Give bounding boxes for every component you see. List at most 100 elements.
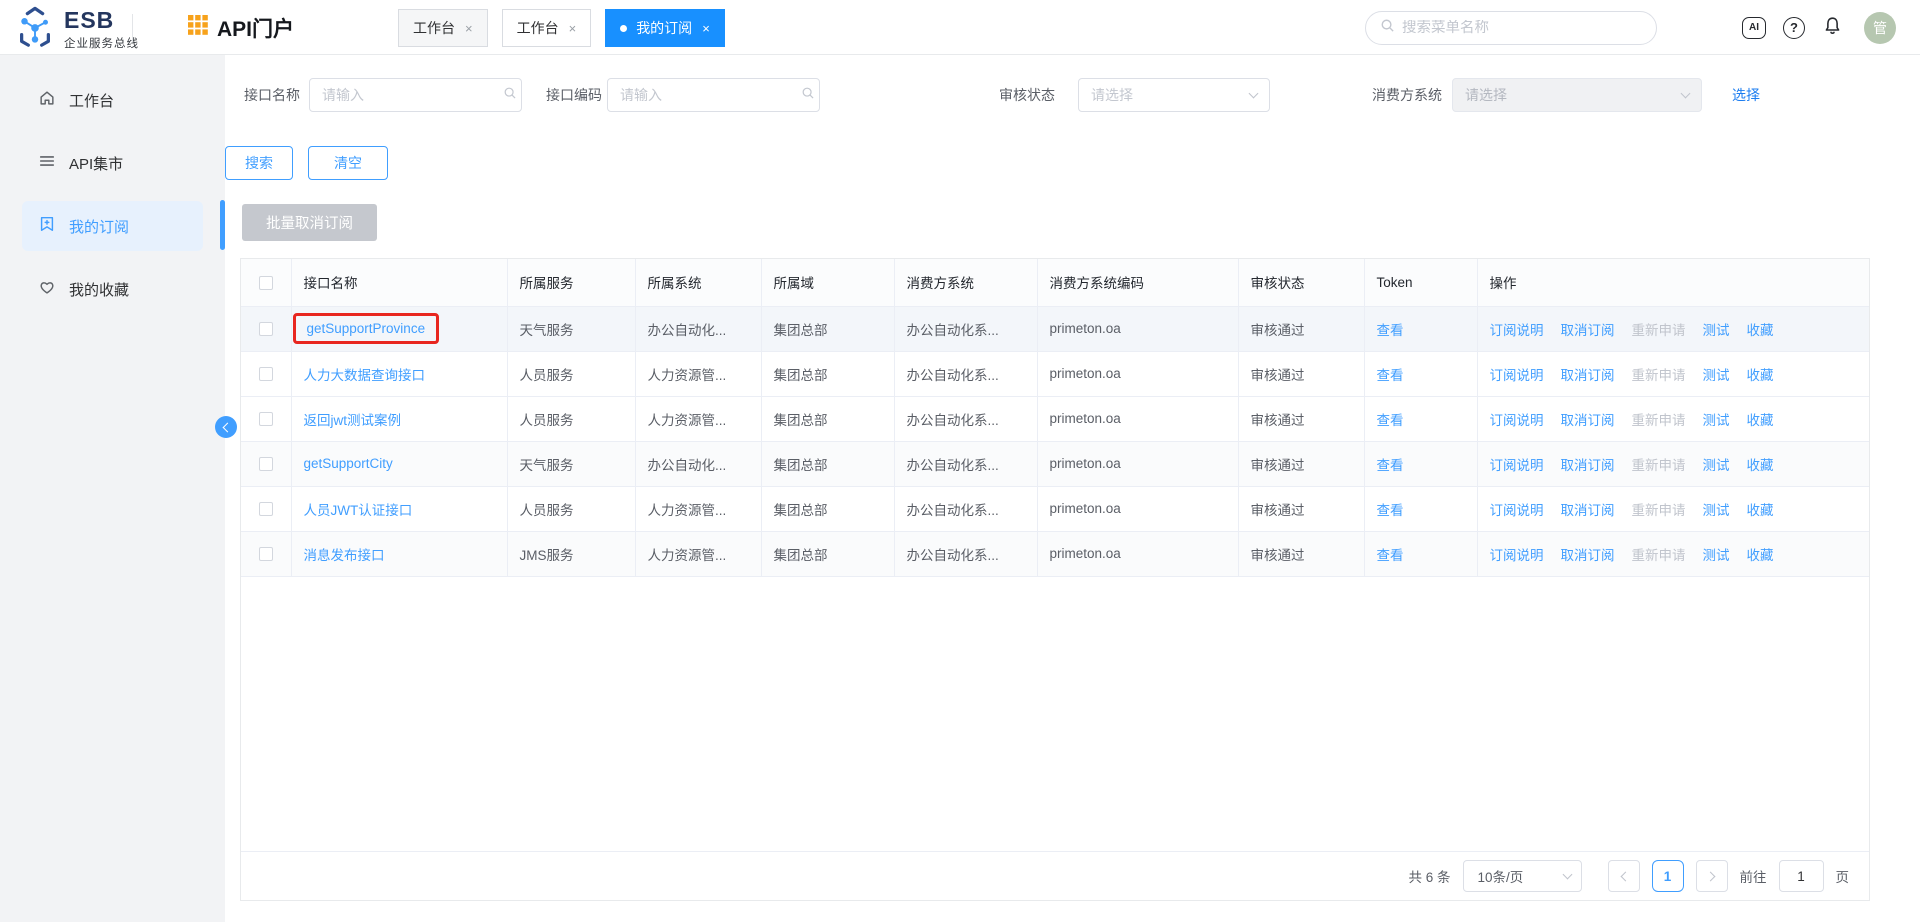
consumer-cell: 办公自动化系... <box>894 306 1037 351</box>
consumer-code-cell: primeton.oa <box>1037 441 1238 486</box>
action-unsubscribe[interactable]: 取消订阅 <box>1561 413 1615 428</box>
token-view-link[interactable]: 查看 <box>1377 323 1404 338</box>
action-favorite[interactable]: 收藏 <box>1747 458 1774 473</box>
action-unsubscribe[interactable]: 取消订阅 <box>1561 368 1615 383</box>
clear-button[interactable]: 清空 <box>308 146 388 180</box>
action-test[interactable]: 测试 <box>1703 323 1730 338</box>
row-checkbox[interactable] <box>259 457 273 471</box>
search-button[interactable]: 搜索 <box>225 146 293 180</box>
interface-code-label: 接口编码 <box>546 78 602 112</box>
interface-name-field[interactable] <box>322 87 503 103</box>
action-subscription-info[interactable]: 订阅说明 <box>1490 368 1544 383</box>
service-cell: 人员服务 <box>507 396 635 441</box>
token-view-link[interactable]: 查看 <box>1377 458 1404 473</box>
table-row: getSupportProvince 天气服务 办公自动化... 集团总部 办公… <box>241 306 1869 351</box>
chevron-left-icon <box>1620 871 1630 881</box>
interface-code-field[interactable] <box>620 87 801 103</box>
interface-code-input[interactable] <box>607 78 820 112</box>
sidebar-item-my-subscriptions[interactable]: 我的订阅 <box>22 201 203 251</box>
interface-name-link[interactable]: 返回jwt测试案例 <box>304 409 402 429</box>
token-view-link[interactable]: 查看 <box>1377 548 1404 563</box>
notification-bell-icon[interactable] <box>1822 15 1843 41</box>
tab-close-icon[interactable]: × <box>569 22 577 35</box>
row-checkbox[interactable] <box>259 367 273 381</box>
page-size-value: 10条/页 <box>1478 866 1524 886</box>
row-checkbox[interactable] <box>259 412 273 426</box>
prev-page-button[interactable] <box>1608 860 1640 892</box>
token-view-link[interactable]: 查看 <box>1377 413 1404 428</box>
service-cell: 天气服务 <box>507 306 635 351</box>
sidebar-collapse-toggle[interactable] <box>215 416 237 438</box>
table-row: getSupportCity 天气服务 办公自动化... 集团总部 办公自动化系… <box>241 441 1869 486</box>
action-subscription-info[interactable]: 订阅说明 <box>1490 413 1544 428</box>
tab-workbench-1[interactable]: 工作台 × <box>398 9 488 47</box>
action-favorite[interactable]: 收藏 <box>1747 413 1774 428</box>
action-subscription-info[interactable]: 订阅说明 <box>1490 548 1544 563</box>
tab-label: 工作台 <box>413 18 455 38</box>
goto-page-input[interactable] <box>1779 860 1824 892</box>
actions-cell: 订阅说明取消订阅重新申请测试收藏 <box>1477 441 1869 486</box>
action-test[interactable]: 测试 <box>1703 413 1730 428</box>
action-subscription-info[interactable]: 订阅说明 <box>1490 503 1544 518</box>
col-domain: 所属域 <box>761 259 894 306</box>
sidebar-item-label: 工作台 <box>69 90 114 111</box>
action-favorite[interactable]: 收藏 <box>1747 368 1774 383</box>
help-icon[interactable]: ? <box>1783 17 1805 39</box>
action-test[interactable]: 测试 <box>1703 368 1730 383</box>
action-subscription-info[interactable]: 订阅说明 <box>1490 458 1544 473</box>
row-checkbox[interactable] <box>259 502 273 516</box>
current-page-button[interactable]: 1 <box>1652 860 1684 892</box>
action-subscription-info[interactable]: 订阅说明 <box>1490 323 1544 338</box>
service-cell: JMS服务 <box>507 531 635 576</box>
ai-assistant-icon[interactable]: AI <box>1742 17 1766 39</box>
action-test[interactable]: 测试 <box>1703 548 1730 563</box>
actions-cell: 订阅说明取消订阅重新申请测试收藏 <box>1477 396 1869 441</box>
row-checkbox[interactable] <box>259 547 273 561</box>
action-unsubscribe[interactable]: 取消订阅 <box>1561 503 1615 518</box>
tab-workbench-2[interactable]: 工作台 × <box>502 9 592 47</box>
interface-name-link[interactable]: 人员JWT认证接口 <box>304 499 413 519</box>
interface-name-link[interactable]: 人力大数据查询接口 <box>304 364 426 384</box>
sidebar-item-workbench[interactable]: 工作台 <box>22 75 203 125</box>
interface-name-link[interactable]: 消息发布接口 <box>304 544 385 564</box>
search-icon <box>1380 18 1395 38</box>
choose-consumer-link[interactable]: 选择 <box>1732 78 1760 112</box>
interface-name-link[interactable]: getSupportProvince <box>293 313 440 344</box>
action-favorite[interactable]: 收藏 <box>1747 323 1774 338</box>
token-view-link[interactable]: 查看 <box>1377 368 1404 383</box>
row-checkbox[interactable] <box>259 322 273 336</box>
menu-search-input[interactable] <box>1402 20 1642 36</box>
interface-name-link[interactable]: getSupportCity <box>304 456 393 471</box>
tab-my-subscriptions[interactable]: 我的订阅 × <box>605 9 725 47</box>
batch-unsubscribe-button[interactable]: 批量取消订阅 <box>242 204 377 241</box>
actions-cell: 订阅说明取消订阅重新申请测试收藏 <box>1477 531 1869 576</box>
audit-status-select[interactable]: 请选择 <box>1078 78 1270 112</box>
consumer-cell: 办公自动化系... <box>894 441 1037 486</box>
interface-name-label: 接口名称 <box>244 78 300 112</box>
action-test[interactable]: 测试 <box>1703 458 1730 473</box>
interface-name-input[interactable] <box>309 78 522 112</box>
tab-close-icon[interactable]: × <box>702 22 710 35</box>
consumer-code-cell: primeton.oa <box>1037 486 1238 531</box>
action-favorite[interactable]: 收藏 <box>1747 548 1774 563</box>
token-view-link[interactable]: 查看 <box>1377 503 1404 518</box>
actions-cell: 订阅说明取消订阅重新申请测试收藏 <box>1477 306 1869 351</box>
sidebar-item-my-favorites[interactable]: 我的收藏 <box>22 264 203 314</box>
col-service: 所属服务 <box>507 259 635 306</box>
sidebar-item-label: 我的收藏 <box>69 279 129 300</box>
action-unsubscribe[interactable]: 取消订阅 <box>1561 548 1615 563</box>
action-test[interactable]: 测试 <box>1703 503 1730 518</box>
tab-label: 我的订阅 <box>636 18 692 38</box>
tab-close-icon[interactable]: × <box>465 22 473 35</box>
system-cell: 办公自动化... <box>635 306 761 351</box>
consumer-system-select[interactable]: 请选择 <box>1452 78 1702 112</box>
select-all-checkbox[interactable] <box>259 276 273 290</box>
page-size-select[interactable]: 10条/页 <box>1463 860 1582 892</box>
action-unsubscribe[interactable]: 取消订阅 <box>1561 458 1615 473</box>
next-page-button[interactable] <box>1696 860 1728 892</box>
action-favorite[interactable]: 收藏 <box>1747 503 1774 518</box>
user-avatar[interactable]: 管 <box>1864 12 1896 44</box>
menu-search-box[interactable] <box>1365 11 1657 45</box>
sidebar-item-api-market[interactable]: API集市 <box>22 138 203 188</box>
action-unsubscribe[interactable]: 取消订阅 <box>1561 323 1615 338</box>
